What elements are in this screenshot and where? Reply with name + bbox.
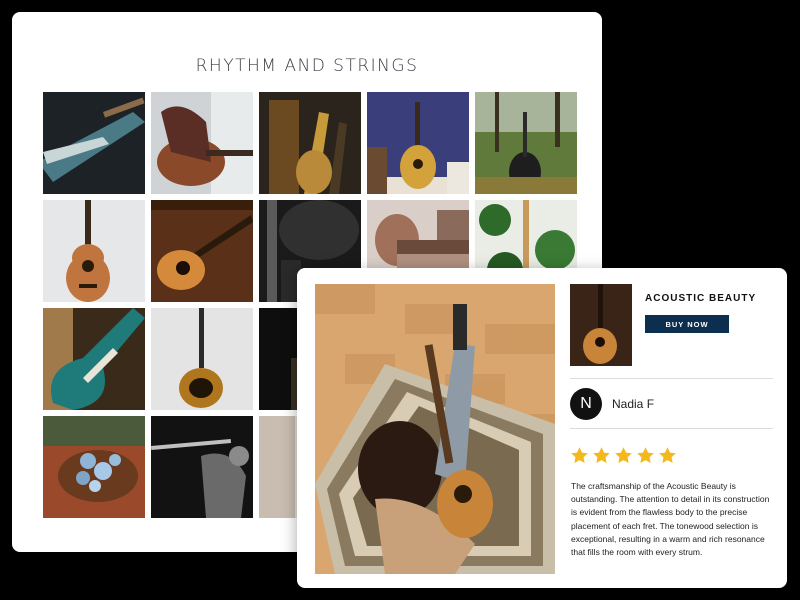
gallery-image-teal-guitar[interactable] (43, 308, 145, 410)
divider (570, 428, 773, 429)
gallery-image-flowers[interactable] (43, 416, 145, 518)
product-thumbnail[interactable] (570, 284, 632, 366)
gallery-image-guitar-wood[interactable] (151, 200, 253, 302)
gallery-title: RHYTHM AND STRINGS (195, 56, 419, 76)
star-rating (570, 446, 677, 465)
gallery-image-guitar-blue-wall[interactable] (367, 92, 469, 194)
buy-now-button[interactable]: BUY NOW (645, 315, 729, 333)
review-card: ACOUSTIC BEAUTY BUY NOW N Nadia F The cr… (297, 268, 787, 588)
star-icon (614, 446, 633, 465)
gallery-image-guitar-garden[interactable] (475, 92, 577, 194)
reviewer-name: Nadia F (612, 397, 655, 411)
avatar: N (570, 388, 602, 420)
star-icon (636, 446, 655, 465)
gallery-image-ukulele[interactable] (43, 200, 145, 302)
product-name: ACOUSTIC BEAUTY (645, 293, 757, 304)
star-icon (658, 446, 677, 465)
star-icon (570, 446, 589, 465)
review-text: The craftsmanship of the Acoustic Beauty… (571, 481, 770, 558)
gallery-image-hollow-body[interactable] (151, 308, 253, 410)
gallery-image-electric-guitar[interactable] (43, 92, 145, 194)
gallery-image-flute-player[interactable] (151, 416, 253, 518)
review-main-photo[interactable] (315, 284, 555, 574)
gallery-image-guitars-stands[interactable] (259, 92, 361, 194)
gallery-image-person-playing[interactable] (151, 92, 253, 194)
star-icon (592, 446, 611, 465)
divider (570, 378, 773, 379)
